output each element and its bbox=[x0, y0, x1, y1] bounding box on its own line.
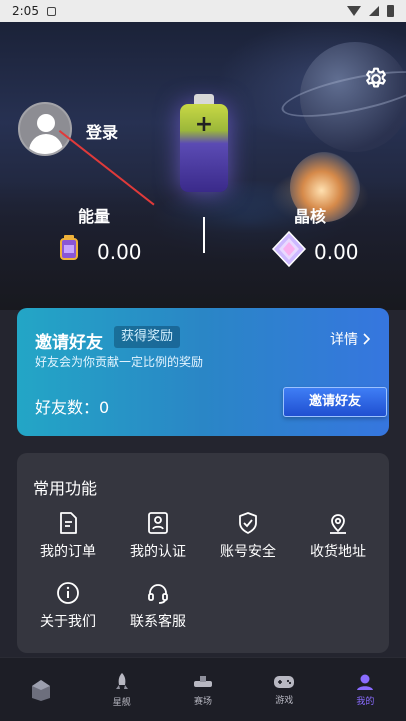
bottom-tab-bar: 星舰 赛场 游戏 我的 bbox=[0, 657, 406, 721]
invite-subtitle: 好友会为你贡献一定比例的奖励 bbox=[35, 355, 204, 369]
signal-icon bbox=[369, 6, 379, 16]
tab-games[interactable]: 游戏 bbox=[244, 658, 325, 721]
functions-title: 常用功能 bbox=[33, 479, 98, 498]
customer-service-button[interactable]: 联系客服 bbox=[113, 581, 203, 631]
account-security-button[interactable]: 账号安全 bbox=[203, 511, 293, 561]
info-icon bbox=[57, 582, 79, 604]
account-security-label: 账号安全 bbox=[220, 544, 276, 560]
order-icon bbox=[60, 512, 77, 534]
my-verification-label: 我的认证 bbox=[130, 544, 186, 560]
avatar[interactable] bbox=[18, 102, 72, 156]
battery-icon bbox=[387, 5, 394, 17]
common-functions-panel: 常用功能 我的订单 我的认证 账号安全 收货地址 关于我们 联系客服 bbox=[17, 453, 389, 653]
notification-icon bbox=[46, 6, 56, 16]
status-bar: 2:05 bbox=[0, 0, 406, 22]
crystal-icon bbox=[271, 230, 307, 268]
arena-icon bbox=[194, 675, 212, 687]
invite-details-label: 详情 bbox=[330, 332, 358, 348]
location-icon bbox=[330, 514, 346, 534]
about-us-button[interactable]: 关于我们 bbox=[23, 581, 113, 631]
invite-friends-button[interactable]: 邀请好友 bbox=[283, 387, 387, 417]
energy-label: 能量 bbox=[78, 207, 111, 226]
tab-mine[interactable]: 我的 bbox=[325, 658, 406, 721]
battery-graphic: + bbox=[180, 94, 228, 192]
rocket-icon bbox=[115, 672, 128, 689]
energy-canister-icon bbox=[60, 235, 78, 260]
tab-home[interactable] bbox=[0, 658, 81, 721]
chevron-right-icon bbox=[363, 333, 371, 345]
invite-card: 邀请好友 获得奖励 详情 好友会为你贡献一定比例的奖励 好友数：0 邀请好友 bbox=[17, 308, 389, 436]
invite-title: 邀请好友 bbox=[35, 333, 103, 353]
my-orders-label: 我的订单 bbox=[40, 544, 96, 560]
status-time: 2:05 bbox=[12, 4, 39, 18]
login-link[interactable]: 登录 bbox=[86, 119, 118, 143]
my-verification-button[interactable]: 我的认证 bbox=[113, 511, 203, 561]
crystal-label: 晶核 bbox=[294, 207, 327, 226]
status-icons bbox=[347, 5, 394, 17]
id-card-icon bbox=[148, 512, 168, 534]
customer-service-label: 联系客服 bbox=[130, 614, 186, 630]
hero-banner: + 登录 能量 0.00 晶核 0.00 bbox=[0, 22, 406, 310]
energy-value: 0.00 bbox=[97, 240, 142, 264]
shipping-address-button[interactable]: 收货地址 bbox=[293, 511, 383, 561]
user-icon bbox=[357, 674, 374, 690]
settings-gear-icon[interactable] bbox=[363, 66, 389, 92]
tab-arena-label: 赛场 bbox=[194, 696, 213, 707]
shield-icon bbox=[239, 512, 257, 534]
friend-count: 好友数：0 bbox=[35, 398, 110, 417]
crystal-value: 0.00 bbox=[314, 240, 359, 264]
tab-games-label: 游戏 bbox=[275, 695, 294, 706]
wifi-icon bbox=[347, 6, 361, 16]
invite-details-link[interactable]: 详情 bbox=[330, 329, 371, 349]
my-orders-button[interactable]: 我的订单 bbox=[23, 511, 113, 561]
tab-arena[interactable]: 赛场 bbox=[162, 658, 243, 721]
tab-starship-label: 星舰 bbox=[112, 697, 131, 708]
shipping-address-label: 收货地址 bbox=[310, 544, 366, 560]
home-icon bbox=[31, 679, 50, 701]
tab-starship[interactable]: 星舰 bbox=[81, 658, 162, 721]
stats-divider bbox=[203, 217, 205, 253]
tab-mine-label: 我的 bbox=[356, 696, 375, 707]
gamepad-icon bbox=[274, 675, 295, 688]
headset-icon bbox=[148, 584, 168, 604]
screen: 2:05 + 登录 能量 0.00 晶核 0.00 邀请好友 获得奖励 详情 好… bbox=[0, 0, 406, 721]
about-us-label: 关于我们 bbox=[40, 614, 96, 630]
reward-badge: 获得奖励 bbox=[114, 326, 181, 348]
